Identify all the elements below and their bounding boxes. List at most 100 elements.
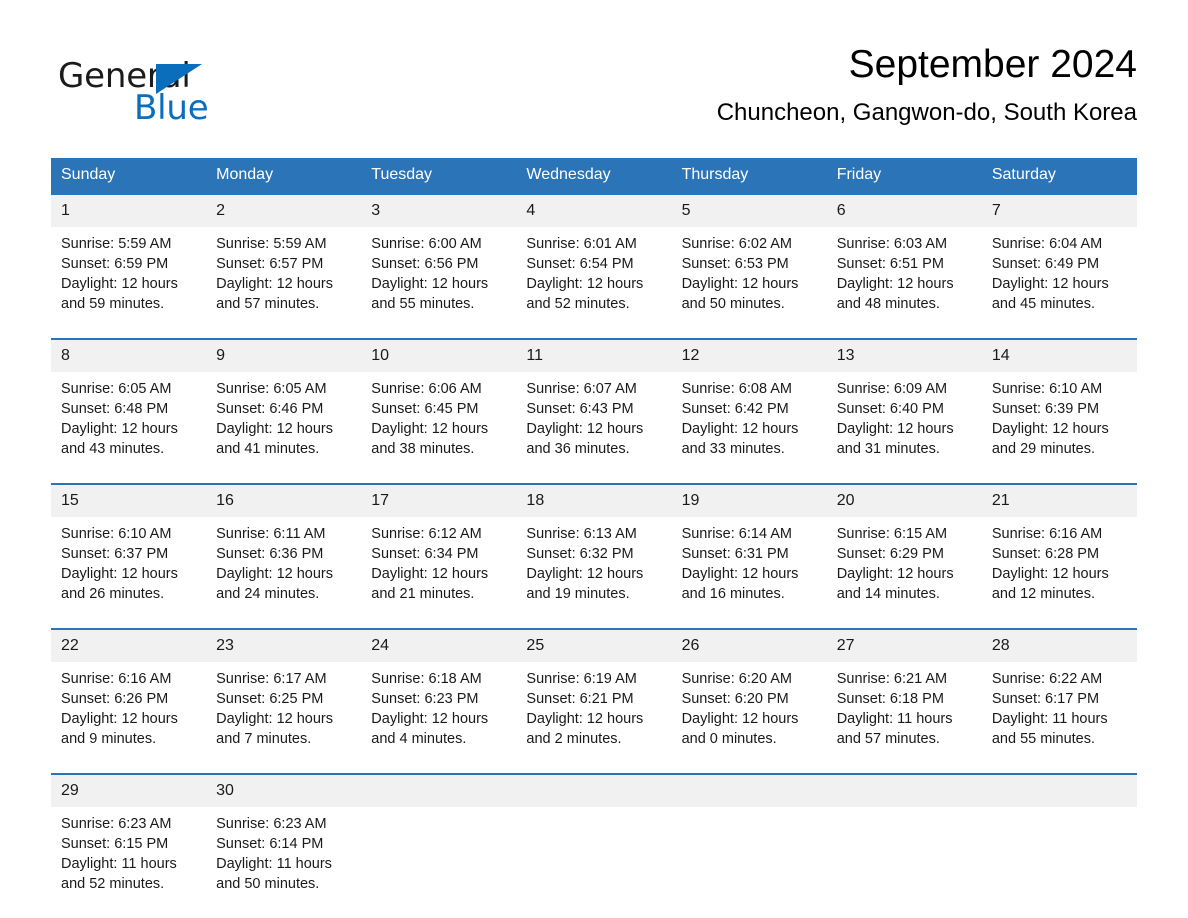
- sunset-text: Sunset: 6:39 PM: [991, 401, 1100, 417]
- daylight-text-line2: and 38 minutes.: [371, 441, 475, 457]
- sunrise-text: Sunrise: 6:16 AM: [61, 671, 172, 687]
- day-detail-cell[interactable]: Sunrise: 6:08 AM Sunset: 6:42 PM Daylight:…: [671, 372, 827, 469]
- day-number-cell[interactable]: 15: [51, 485, 207, 517]
- day-number-cell[interactable]: 25: [516, 630, 672, 662]
- day-number-cell[interactable]: 30: [206, 775, 362, 807]
- day-detail-cell[interactable]: Sunrise: 6:05 AM Sunset: 6:48 PM Daylight:…: [51, 372, 207, 469]
- day-detail-cell[interactable]: Sunrise: 6:03 AM Sunset: 6:51 PM Daylight:…: [826, 227, 982, 324]
- daylight-text-line1: Daylight: 12 hours: [61, 421, 178, 437]
- weekday-header-monday: Monday: [206, 158, 362, 193]
- day-detail-cell[interactable]: Sunrise: 6:16 AM Sunset: 6:26 PM Daylight:…: [51, 662, 207, 759]
- day-detail-cell[interactable]: Sunrise: 6:20 AM Sunset: 6:20 PM Daylight:…: [671, 662, 827, 759]
- daylight-text-line2: and 12 minutes.: [991, 586, 1096, 602]
- day-detail-cell[interactable]: Sunrise: 6:10 AM Sunset: 6:39 PM Daylight:…: [981, 372, 1137, 469]
- sunset-text: Sunset: 6:57 PM: [216, 256, 324, 272]
- day-number-cell[interactable]: 26: [671, 630, 827, 662]
- day-detail-cell[interactable]: Sunrise: 6:15 AM Sunset: 6:29 PM Daylight:…: [826, 517, 982, 614]
- day-detail-cell[interactable]: Sunrise: 6:02 AM Sunset: 6:53 PM Daylight:…: [671, 227, 827, 324]
- day-detail-cell[interactable]: Sunrise: 6:10 AM Sunset: 6:37 PM Daylight:…: [51, 517, 207, 614]
- day-number-cell[interactable]: 8: [51, 340, 207, 372]
- day-detail-cell[interactable]: Sunrise: 5:59 AM Sunset: 6:57 PM Daylight:…: [206, 227, 362, 324]
- day-number-cell[interactable]: 20: [826, 485, 982, 517]
- day-number-cell[interactable]: 13: [826, 340, 982, 372]
- sunrise-text: Sunrise: 6:13 AM: [526, 526, 637, 542]
- sunrise-text: Sunrise: 5:59 AM: [216, 236, 327, 252]
- day-number-cell[interactable]: 9: [206, 340, 362, 372]
- day-detail-cell[interactable]: Sunrise: 6:04 AM Sunset: 6:49 PM Daylight:…: [981, 227, 1137, 324]
- day-number-cell[interactable]: 24: [361, 630, 517, 662]
- day-number-cell[interactable]: 3: [361, 195, 517, 227]
- day-detail-cell[interactable]: Sunrise: 6:09 AM Sunset: 6:40 PM Daylight:…: [826, 372, 982, 469]
- daylight-text-line2: and 0 minutes.: [681, 731, 777, 747]
- day-detail-cell[interactable]: Sunrise: 5:59 AM Sunset: 6:59 PM Daylight:…: [51, 227, 207, 324]
- day-number-cell[interactable]: 11: [516, 340, 672, 372]
- day-number-cell[interactable]: 22: [51, 630, 207, 662]
- day-detail-row: Sunrise: 6:16 AM Sunset: 6:26 PM Daylight:…: [51, 662, 1137, 759]
- sunset-text: Sunset: 6:43 PM: [526, 401, 634, 417]
- day-number-row: 1234567: [51, 195, 1137, 227]
- day-detail-cell[interactable]: Sunrise: 6:19 AM Sunset: 6:21 PM Daylight:…: [516, 662, 672, 759]
- day-number-cell[interactable]: 12: [671, 340, 827, 372]
- daylight-text-line2: and 59 minutes.: [61, 296, 165, 312]
- day-number-cell[interactable]: 7: [981, 195, 1137, 227]
- daylight-text-line2: and 9 minutes.: [61, 731, 157, 747]
- day-detail-cell[interactable]: Sunrise: 6:07 AM Sunset: 6:43 PM Daylight:…: [516, 372, 672, 469]
- day-number-cell[interactable]: 27: [826, 630, 982, 662]
- sunrise-text: Sunrise: 6:00 AM: [371, 236, 482, 252]
- daylight-text-line2: and 36 minutes.: [526, 441, 630, 457]
- sunset-text: Sunset: 6:23 PM: [371, 691, 479, 707]
- day-number-cell[interactable]: 14: [981, 340, 1137, 372]
- daylight-text-line1: Daylight: 12 hours: [681, 566, 799, 582]
- day-detail-cell[interactable]: Sunrise: 6:12 AM Sunset: 6:34 PM Daylight:…: [361, 517, 517, 614]
- day-detail-cell[interactable]: Sunrise: 6:14 AM Sunset: 6:31 PM Daylight:…: [671, 517, 827, 614]
- day-number-cell[interactable]: 4: [516, 195, 672, 227]
- day-number-cell[interactable]: 10: [361, 340, 517, 372]
- day-number-cell[interactable]: 16: [206, 485, 362, 517]
- day-number-cell[interactable]: 18: [516, 485, 672, 517]
- sunrise-text: Sunrise: 5:59 AM: [61, 236, 172, 252]
- sunset-text: Sunset: 6:53 PM: [681, 256, 789, 272]
- calendar-page: General Blue September 2024 Chuncheon, G…: [0, 0, 1188, 918]
- day-detail-row: Sunrise: 6:05 AM Sunset: 6:48 PM Daylight:…: [51, 372, 1137, 469]
- week-gap: [51, 324, 1137, 338]
- daylight-text-line2: and 41 minutes.: [216, 441, 320, 457]
- sunset-text: Sunset: 6:46 PM: [216, 401, 324, 417]
- sunset-text: Sunset: 6:28 PM: [991, 546, 1100, 562]
- title-block: September 2024 Chuncheon, Gangwon-do, So…: [377, 40, 1137, 130]
- day-detail-cell[interactable]: Sunrise: 6:22 AM Sunset: 6:17 PM Daylight:…: [981, 662, 1137, 759]
- day-number-cell[interactable]: 5: [671, 195, 827, 227]
- sunset-text: Sunset: 6:20 PM: [681, 691, 789, 707]
- day-number-cell[interactable]: 6: [826, 195, 982, 227]
- day-detail-cell[interactable]: Sunrise: 6:23 AM Sunset: 6:15 PM Daylight:…: [51, 807, 207, 904]
- day-detail-cell[interactable]: Sunrise: 6:00 AM Sunset: 6:56 PM Daylight:…: [361, 227, 517, 324]
- sunrise-text: Sunrise: 6:05 AM: [61, 381, 172, 397]
- weekday-header-sunday: Sunday: [51, 158, 207, 193]
- daylight-text-line1: Daylight: 12 hours: [681, 711, 799, 727]
- day-detail-cell[interactable]: Sunrise: 6:05 AM Sunset: 6:46 PM Daylight:…: [206, 372, 362, 469]
- day-number-cell[interactable]: 19: [671, 485, 827, 517]
- day-number-cell[interactable]: 28: [981, 630, 1137, 662]
- day-number-cell[interactable]: 2: [206, 195, 362, 227]
- general-blue-logo[interactable]: General Blue: [58, 48, 358, 128]
- sunrise-text: Sunrise: 6:02 AM: [681, 236, 792, 252]
- day-detail-cell[interactable]: Sunrise: 6:11 AM Sunset: 6:36 PM Daylight:…: [206, 517, 362, 614]
- day-number-cell-empty: [671, 775, 827, 807]
- day-detail-cell[interactable]: Sunrise: 6:21 AM Sunset: 6:18 PM Daylight:…: [826, 662, 982, 759]
- day-detail-cell[interactable]: Sunrise: 6:16 AM Sunset: 6:28 PM Daylight:…: [981, 517, 1137, 614]
- day-detail-cell[interactable]: Sunrise: 6:23 AM Sunset: 6:14 PM Daylight:…: [206, 807, 362, 904]
- day-detail-cell[interactable]: Sunrise: 6:18 AM Sunset: 6:23 PM Daylight:…: [361, 662, 517, 759]
- day-number-cell[interactable]: 21: [981, 485, 1137, 517]
- day-detail-cell[interactable]: Sunrise: 6:13 AM Sunset: 6:32 PM Daylight:…: [516, 517, 672, 614]
- day-detail-cell[interactable]: Sunrise: 6:01 AM Sunset: 6:54 PM Daylight:…: [516, 227, 672, 324]
- week-gap-cell: [51, 614, 1137, 628]
- day-number-cell-empty: [826, 775, 982, 807]
- daylight-text-line2: and 43 minutes.: [61, 441, 165, 457]
- day-detail-cell[interactable]: Sunrise: 6:06 AM Sunset: 6:45 PM Daylight:…: [361, 372, 517, 469]
- day-number-cell[interactable]: 23: [206, 630, 362, 662]
- day-detail-cell[interactable]: Sunrise: 6:17 AM Sunset: 6:25 PM Daylight:…: [206, 662, 362, 759]
- day-number-cell[interactable]: 1: [51, 195, 207, 227]
- page-title: September 2024: [848, 43, 1137, 86]
- day-number-cell[interactable]: 17: [361, 485, 517, 517]
- day-number-cell[interactable]: 29: [51, 775, 207, 807]
- sunset-text: Sunset: 6:17 PM: [991, 691, 1100, 707]
